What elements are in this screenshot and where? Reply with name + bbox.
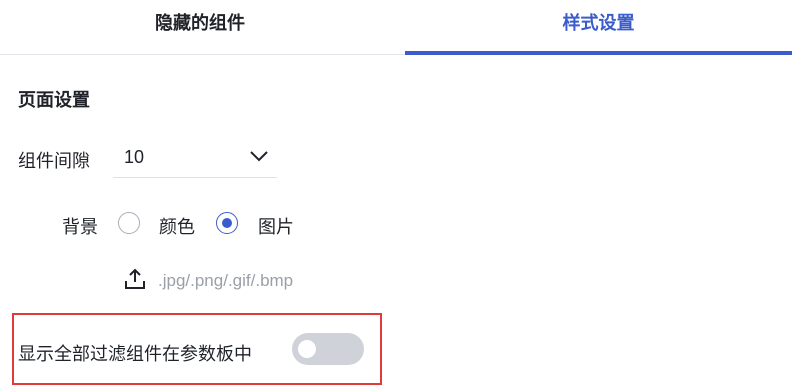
component-gap-label: 组件间隙: [18, 151, 90, 171]
component-gap-value: 10: [124, 147, 145, 167]
toggle-knob: [298, 340, 316, 358]
upload-icon[interactable]: [124, 268, 146, 290]
background-color-option[interactable]: 颜色: [159, 213, 195, 239]
tab-bar: 隐藏的组件 样式设置: [0, 0, 792, 55]
show-all-filters-label: 显示全部过滤组件在参数板中: [18, 344, 252, 364]
background-color-radio[interactable]: [118, 212, 140, 234]
background-image-radio[interactable]: [216, 212, 238, 234]
background-image-option[interactable]: 图片: [258, 213, 294, 239]
tab-hidden-components[interactable]: 隐藏的组件: [0, 0, 400, 54]
tab-style-settings[interactable]: 样式设置: [405, 0, 792, 55]
chevron-down-icon: [250, 151, 268, 162]
upload-hint: .jpg/.png/.gif/.bmp: [158, 271, 294, 290]
component-gap-select[interactable]: 10: [113, 139, 277, 178]
section-title: 页面设置: [18, 90, 90, 110]
background-label: 背景: [62, 217, 98, 237]
show-all-filters-toggle[interactable]: [292, 333, 364, 365]
